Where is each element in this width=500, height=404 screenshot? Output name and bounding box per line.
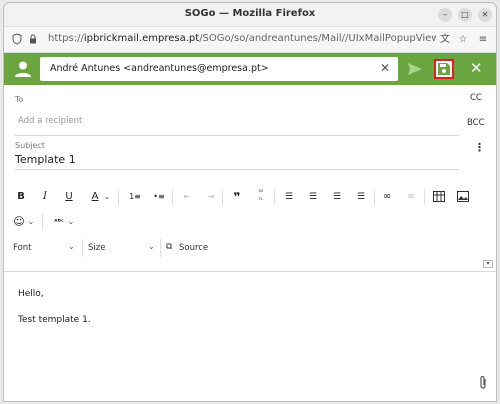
editor-toolbar-row-1: B I U A ⌄ 1≡ •≡ ⇤ ⇥ ❞ ᴰᴵ ᵀᴸ ☰ ☰ ☰ ☰ ∞ ∞ — [4, 186, 496, 212]
collapse-toolbar-icon[interactable]: ▾ — [483, 260, 493, 268]
chevron-down-icon[interactable]: ⌄ — [26, 211, 36, 233]
chevron-down-icon[interactable]: ⌄ — [102, 186, 112, 208]
close-window-icon[interactable]: ✕ — [478, 8, 492, 22]
align-left-icon[interactable]: ☰ — [280, 186, 298, 208]
divider — [118, 189, 119, 205]
url-text[interactable]: https://ipbrickmail.empresa.pt/SOGo/so/a… — [48, 33, 436, 44]
table-icon[interactable] — [430, 186, 448, 208]
justify-icon[interactable]: ☰ — [352, 186, 370, 208]
body-line: Hello, — [18, 289, 44, 299]
image-icon[interactable] — [454, 186, 472, 208]
maximize-icon[interactable]: □ — [458, 8, 472, 22]
link-icon[interactable]: ∞ — [378, 186, 396, 208]
align-right-icon[interactable]: ☰ — [328, 186, 346, 208]
italic-icon[interactable]: I — [36, 186, 54, 208]
outdent-icon[interactable]: ⇤ — [178, 186, 196, 208]
sender-avatar-icon — [15, 61, 31, 77]
chevron-down-icon[interactable]: ⌄ — [148, 242, 155, 251]
to-label: To — [15, 95, 24, 104]
blockquote-icon[interactable]: ❞ — [228, 186, 246, 208]
chevron-down-icon[interactable]: ⌄ — [68, 242, 75, 251]
lock-icon[interactable] — [26, 33, 40, 47]
editor-toolbar-row-2: ☺ ⌄ ᴬᴮᶜ ⌄ — [4, 211, 496, 237]
underline-icon[interactable]: U — [60, 186, 78, 208]
divider — [424, 189, 425, 205]
close-compose-icon[interactable]: ✕ — [470, 59, 483, 77]
subject-label: Subject — [15, 141, 45, 150]
cc-button[interactable]: CC — [470, 93, 482, 103]
window-title: SOGo — Mozilla Firefox — [184, 8, 316, 19]
source-icon: ⧉ — [166, 242, 173, 252]
source-button[interactable]: Source — [179, 243, 208, 253]
browser-window: SOGo — Mozilla Firefox – □ ✕ https://ipb… — [3, 2, 497, 402]
chevron-down-icon[interactable]: ⌄ — [66, 211, 76, 233]
recipient-input[interactable]: Add a recipient — [18, 116, 82, 126]
size-select[interactable]: Size — [88, 243, 105, 253]
more-options-icon[interactable]: ⋮ — [474, 141, 485, 154]
minimize-icon[interactable]: – — [438, 8, 452, 22]
save-icon — [438, 63, 450, 75]
divider — [222, 189, 223, 205]
menu-icon[interactable]: ≡ — [476, 33, 490, 47]
divider — [42, 214, 43, 230]
align-center-icon[interactable]: ☰ — [304, 186, 322, 208]
from-value: André Antunes <andreantunes@empresa.pt> — [50, 63, 269, 74]
compose-toolbar: André Antunes <andreantunes@empresa.pt> … — [4, 53, 496, 85]
recipient-underline — [15, 135, 459, 136]
unlink-icon[interactable]: ∞ — [402, 186, 420, 208]
address-bar[interactable]: https://ipbrickmail.empresa.pt/SOGo/so/a… — [4, 27, 496, 53]
bold-icon[interactable]: B — [12, 186, 30, 208]
divider — [374, 189, 375, 205]
body-line: Test template 1. — [18, 315, 91, 325]
send-icon[interactable] — [408, 62, 422, 76]
save-button[interactable] — [434, 59, 454, 79]
font-select[interactable]: Font — [13, 243, 32, 253]
subject-underline — [15, 169, 459, 170]
divider — [160, 239, 161, 257]
clear-from-icon[interactable]: ✕ — [380, 61, 390, 75]
attachment-icon[interactable] — [478, 375, 488, 391]
subject-input[interactable]: Template 1 — [15, 153, 76, 166]
message-body[interactable]: Hello, Test template 1. — [4, 273, 496, 401]
translate-icon[interactable]: 文 — [438, 33, 452, 47]
numbered-list-icon[interactable]: 1≡ — [126, 186, 144, 208]
editor-divider — [4, 271, 496, 272]
indent-icon[interactable]: ⇥ — [202, 186, 220, 208]
from-field[interactable]: André Antunes <andreantunes@empresa.pt> … — [40, 57, 398, 81]
bidi-icon[interactable]: ᴰᴵ ᵀᴸ — [252, 186, 270, 208]
bcc-button[interactable]: BCC — [467, 118, 485, 128]
divider — [82, 239, 83, 257]
bookmark-star-icon[interactable]: ☆ — [456, 33, 470, 47]
bullet-list-icon[interactable]: •≡ — [150, 186, 168, 208]
divider — [274, 189, 275, 205]
shield-icon[interactable] — [10, 33, 24, 47]
title-bar: SOGo — Mozilla Firefox – □ ✕ — [4, 3, 496, 27]
divider — [172, 189, 173, 205]
